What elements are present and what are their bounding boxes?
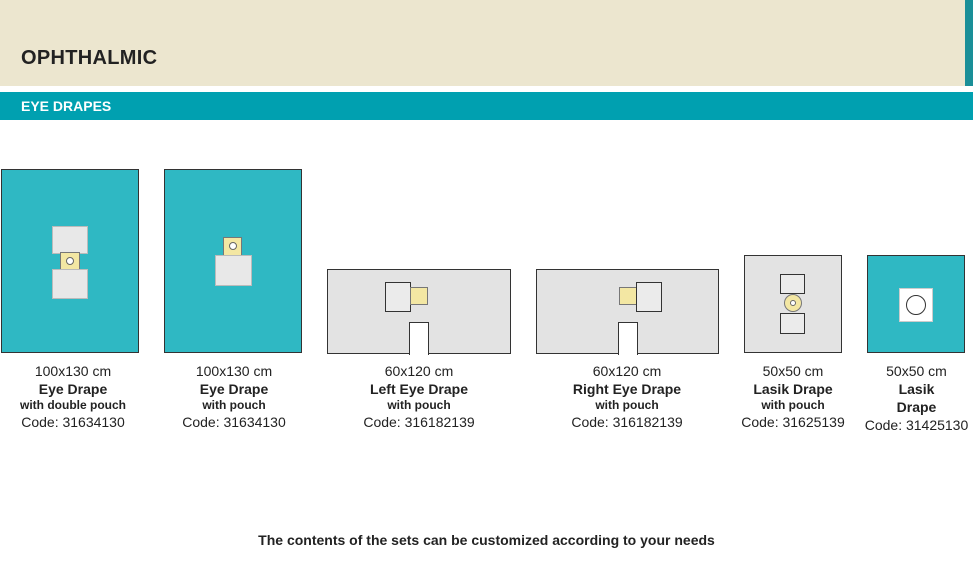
product-subtitle: Drape bbox=[896, 399, 937, 415]
product-code: Code: 316182139 bbox=[363, 414, 475, 430]
page-title: OPHTHALMIC bbox=[21, 47, 158, 69]
lower-pouch bbox=[780, 313, 805, 334]
product-code: Code: 31625139 bbox=[741, 414, 845, 430]
lower-pouch bbox=[52, 269, 88, 299]
product-code: Code: 31634130 bbox=[21, 414, 125, 430]
product-size: 100x130 cm bbox=[34, 363, 112, 379]
product-code: Code: 31634130 bbox=[182, 414, 286, 430]
product-name: Eye Drape bbox=[38, 381, 108, 397]
product-subtitle: with double pouch bbox=[20, 398, 126, 412]
section-label: EYE DRAPES bbox=[21, 98, 112, 114]
product-name: Lasik bbox=[898, 381, 935, 397]
lasik-drape-illustration bbox=[867, 255, 965, 353]
product-size: 50x50 cm bbox=[762, 363, 824, 379]
product-name: Left Eye Drape bbox=[369, 381, 469, 397]
eye-hole bbox=[66, 257, 74, 265]
left-eye-drape-illustration bbox=[327, 269, 511, 355]
eye-drape-pouch-illustration bbox=[164, 169, 302, 353]
product-size: 100x130 cm bbox=[195, 363, 273, 379]
pouch bbox=[215, 255, 252, 286]
product-caption: 100x130 cm Eye Drape with pouch Code: 31… bbox=[164, 362, 304, 431]
right-eye-drape-illustration bbox=[536, 269, 719, 355]
product-size: 50x50 cm bbox=[886, 363, 947, 379]
pouch bbox=[636, 282, 662, 312]
eye-drape-double-pouch-illustration bbox=[1, 169, 139, 353]
product-caption: 50x50 cm Lasik Drape Code: 31425130 bbox=[860, 362, 973, 434]
eye-hole bbox=[790, 300, 796, 306]
product-code: Code: 316182139 bbox=[571, 414, 683, 430]
product-name: Right Eye Drape bbox=[572, 381, 682, 397]
product-name: Lasik Drape bbox=[753, 381, 833, 397]
product-caption: 100x130 cm Eye Drape with double pouch C… bbox=[1, 362, 145, 431]
product-code: Code: 31425130 bbox=[864, 417, 969, 433]
eye-window bbox=[619, 287, 637, 305]
product-caption: 50x50 cm Lasik Drape with pouch Code: 31… bbox=[733, 362, 853, 431]
page-header: OPHTHALMIC bbox=[0, 0, 973, 86]
drape-slit bbox=[409, 322, 429, 355]
eye-hole bbox=[229, 242, 237, 250]
drape-slit bbox=[618, 322, 638, 355]
product-subtitle: with pouch bbox=[761, 398, 825, 412]
product-subtitle: with pouch bbox=[595, 398, 659, 412]
lasik-drape-pouch-illustration bbox=[744, 255, 842, 353]
product-caption: 60x120 cm Right Eye Drape with pouch Cod… bbox=[547, 362, 707, 431]
pouch bbox=[385, 282, 411, 312]
product-name: Eye Drape bbox=[199, 381, 269, 397]
product-size: 60x120 cm bbox=[384, 363, 454, 379]
product-size: 60x120 cm bbox=[592, 363, 662, 379]
section-band: EYE DRAPES bbox=[0, 92, 973, 120]
upper-pouch bbox=[52, 226, 88, 254]
product-subtitle: with pouch bbox=[387, 398, 451, 412]
product-caption: 60x120 cm Left Eye Drape with pouch Code… bbox=[339, 362, 499, 431]
eye-window bbox=[410, 287, 428, 305]
footer-note: The contents of the sets can be customiz… bbox=[258, 532, 715, 548]
product-subtitle: with pouch bbox=[202, 398, 266, 412]
eye-hole bbox=[906, 295, 926, 315]
upper-pouch bbox=[780, 274, 805, 294]
